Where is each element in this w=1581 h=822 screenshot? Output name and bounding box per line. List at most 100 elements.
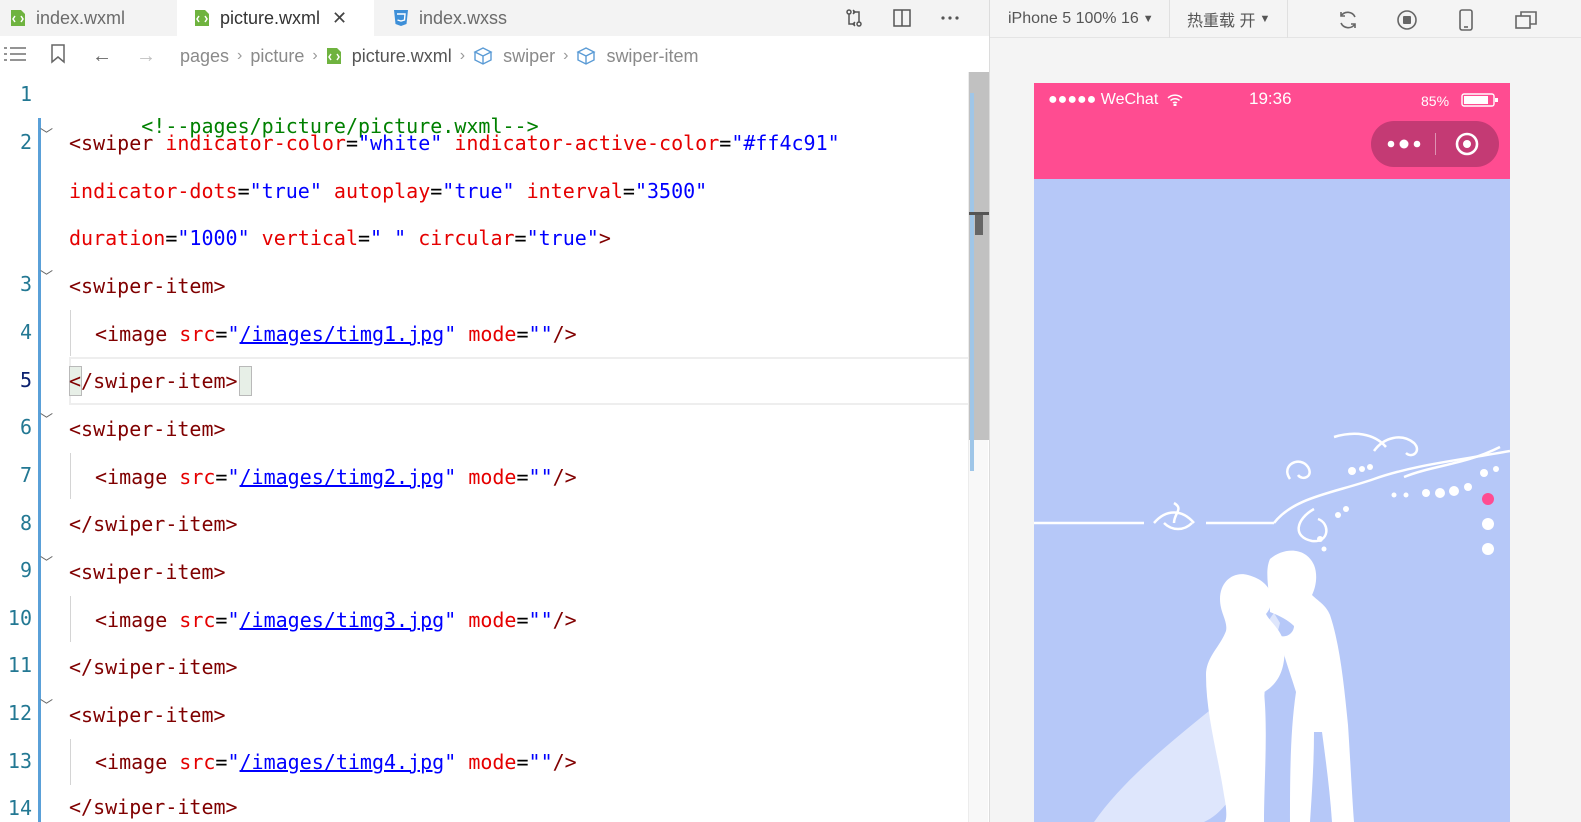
phone-icon[interactable] xyxy=(1454,8,1478,32)
attr-value: "white" xyxy=(358,131,443,155)
fold-chevron-icon[interactable]: ﹀ xyxy=(40,124,56,143)
swiper-indicator[interactable] xyxy=(1482,518,1494,530)
battery-icon xyxy=(1461,93,1498,107)
attr-name: src xyxy=(179,322,216,346)
equals: = xyxy=(622,179,635,203)
close-target-icon[interactable] xyxy=(1454,131,1480,157)
src-link[interactable]: /images/timg1.jpg xyxy=(240,322,445,346)
wifi-icon xyxy=(1167,94,1183,106)
back-arrow-icon[interactable]: ← xyxy=(92,45,112,68)
tag-name: <image xyxy=(95,322,168,346)
hot-reload-select[interactable]: 热重载 开 ▼ xyxy=(1170,0,1288,38)
self-close: /> xyxy=(552,608,577,632)
breadcrumb-item-swiper-item[interactable]: swiper-item xyxy=(606,46,698,67)
code-line: <swiper-item> xyxy=(69,703,226,727)
indent-guide xyxy=(70,739,71,785)
split-editor-icon[interactable] xyxy=(890,6,914,30)
quote: " xyxy=(444,608,457,632)
detach-window-icon[interactable] xyxy=(1514,8,1538,32)
code-line: </swiper-item> xyxy=(69,655,238,679)
line-number: 7 xyxy=(19,463,32,487)
src-link[interactable]: /images/timg3.jpg xyxy=(240,608,445,632)
tag-name: <image xyxy=(95,465,168,489)
attr-name: interval xyxy=(526,179,623,203)
fold-chevron-icon[interactable]: ﹀ xyxy=(40,552,56,571)
code-line: <image src="/images/timg1.jpg" mode=""/> xyxy=(95,319,577,349)
wechat-navigation-bar: ●●●●● WeChat 19:36 85% xyxy=(1034,83,1510,179)
simulator-panel: iPhone 5 100% 16 ▼ 热重载 开 ▼ ●●●●● WeChat … xyxy=(989,0,1581,822)
tab-label: picture.wxml xyxy=(220,7,321,28)
equals: = xyxy=(215,750,228,774)
fold-chevron-icon[interactable]: ﹀ xyxy=(40,695,56,714)
outline-icon[interactable] xyxy=(4,46,26,67)
carrier-label: ●●●●● WeChat xyxy=(1048,91,1159,108)
attr-value: "1000" xyxy=(177,226,250,250)
tab-index-wxml[interactable]: index.wxml xyxy=(0,0,176,36)
vertical-scrollbar[interactable] xyxy=(968,72,989,822)
breadcrumb-item-picture[interactable]: picture xyxy=(250,46,304,67)
src-link[interactable]: /images/timg2.jpg xyxy=(240,465,445,489)
caret-down-icon: ▼ xyxy=(1142,13,1154,25)
simulator-toolbar: iPhone 5 100% 16 ▼ 热重载 开 ▼ xyxy=(990,0,1581,38)
attr-name: src xyxy=(179,465,216,489)
tab-picture-wxml[interactable]: picture.wxml ✕ xyxy=(177,0,374,36)
code-editor: index.wxml picture.wxml ✕ index.wxss ← → xyxy=(0,0,989,822)
attr-value: "" xyxy=(528,608,553,632)
tab-index-wxss[interactable]: index.wxss xyxy=(375,0,555,36)
breadcrumb-item-swiper[interactable]: swiper xyxy=(503,46,555,67)
swiper-image[interactable] xyxy=(1034,179,1510,822)
fold-chevron-icon[interactable]: ﹀ xyxy=(40,266,56,285)
cube-icon xyxy=(576,47,597,65)
tag-name: <image xyxy=(95,750,168,774)
device-select[interactable]: iPhone 5 100% 16 ▼ xyxy=(990,0,1170,38)
line-number: 11 xyxy=(7,653,32,677)
line-number: 9 xyxy=(19,558,32,582)
forward-arrow-icon[interactable]: → xyxy=(136,45,156,68)
swiper-indicator-active[interactable] xyxy=(1482,493,1494,505)
attr-name: vertical xyxy=(261,226,358,250)
capsule-divider xyxy=(1435,133,1436,155)
line-number: 3 xyxy=(19,272,32,296)
status-time: 19:36 xyxy=(1249,89,1292,108)
more-dots-icon[interactable] xyxy=(1387,135,1425,153)
src-link[interactable]: /images/timg4.jpg xyxy=(240,750,445,774)
quote: " xyxy=(227,322,240,346)
breadcrumb-item-pages[interactable]: pages xyxy=(180,46,229,67)
attr-name: indicator-color xyxy=(165,131,346,155)
line-number: 8 xyxy=(19,511,32,535)
hot-reload-label: 热重载 开 xyxy=(1187,13,1256,30)
fold-chevron-icon[interactable]: ﹀ xyxy=(40,409,56,428)
bookmark-icon[interactable] xyxy=(50,43,66,69)
breadcrumb-item-file[interactable]: picture.wxml xyxy=(352,46,452,67)
line-number: 12 xyxy=(7,701,32,725)
quote: " xyxy=(444,750,457,774)
css-file-icon xyxy=(394,10,408,26)
swiper-indicator[interactable] xyxy=(1482,543,1494,555)
attr-name: mode xyxy=(468,750,517,774)
capsule-button xyxy=(1371,121,1499,167)
compare-icon[interactable] xyxy=(842,6,866,30)
self-close: /> xyxy=(552,322,577,346)
attr-value: "3500" xyxy=(634,179,708,203)
tab-label: index.wxml xyxy=(36,7,126,28)
attr-name: mode xyxy=(468,608,517,632)
attr-value: "#ff4c91" xyxy=(731,131,840,155)
code-line: </swiper-item> xyxy=(69,795,238,819)
line-number: 1 xyxy=(19,82,32,106)
more-icon[interactable] xyxy=(938,6,962,30)
code-line-wrap: indicator-dots="true" autoplay="true" in… xyxy=(69,176,707,206)
quote: " xyxy=(444,322,457,346)
refresh-icon[interactable] xyxy=(1336,8,1360,32)
line-number: 2 xyxy=(19,130,32,154)
quote: " xyxy=(227,750,240,774)
stop-icon[interactable] xyxy=(1395,8,1419,32)
line-number: 5 xyxy=(19,368,32,392)
chevron-right-icon: › xyxy=(563,47,569,64)
breadcrumb: ← → pages › picture › picture.wxml › swi… xyxy=(0,36,989,76)
code-area[interactable]: 1 2 3 4 5 6 7 8 9 10 11 12 13 14 ﹀ ﹀ ﹀ ﹀… xyxy=(0,76,989,822)
equals: = xyxy=(358,226,371,250)
equals: = xyxy=(215,322,228,346)
caret-down-icon: ▼ xyxy=(1259,13,1271,25)
code-line: <swiper-item> xyxy=(69,417,226,441)
close-icon[interactable]: ✕ xyxy=(332,8,347,29)
